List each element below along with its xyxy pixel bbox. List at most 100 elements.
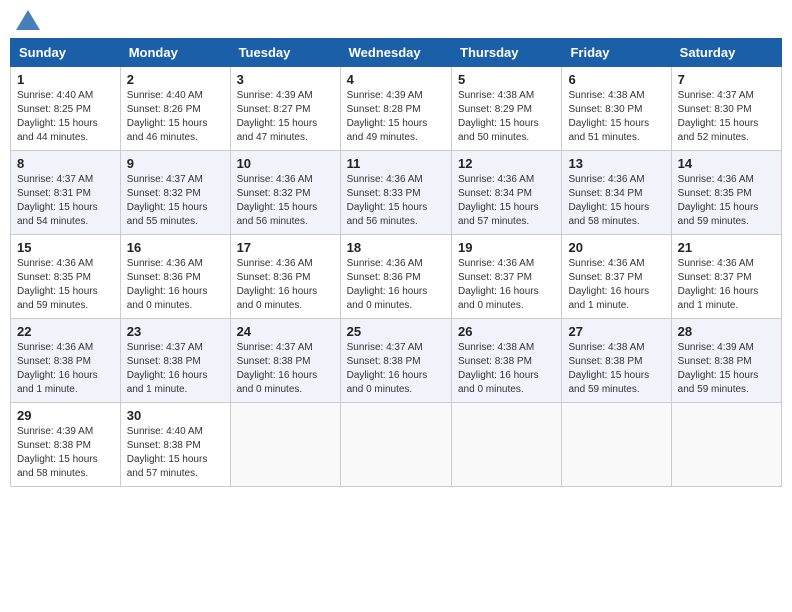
day-number: 25 — [347, 324, 445, 339]
calendar-day-cell — [340, 403, 451, 487]
day-number: 1 — [17, 72, 114, 87]
day-info: Sunrise: 4:36 AM Sunset: 8:34 PM Dayligh… — [568, 173, 664, 229]
day-info: Sunrise: 4:39 AM Sunset: 8:38 PM Dayligh… — [17, 425, 114, 481]
calendar-day-cell: 15 Sunrise: 4:36 AM Sunset: 8:35 PM Dayli… — [11, 235, 121, 319]
calendar-day-cell: 29 Sunrise: 4:39 AM Sunset: 8:38 PM Dayli… — [11, 403, 121, 487]
day-number: 28 — [678, 324, 775, 339]
logo-icon — [16, 10, 40, 30]
day-info: Sunrise: 4:36 AM Sunset: 8:32 PM Dayligh… — [237, 173, 334, 229]
day-info: Sunrise: 4:38 AM Sunset: 8:30 PM Dayligh… — [568, 89, 664, 145]
day-number: 14 — [678, 156, 775, 171]
calendar-day-cell: 2 Sunrise: 4:40 AM Sunset: 8:26 PM Daylig… — [120, 67, 230, 151]
calendar-day-cell: 18 Sunrise: 4:36 AM Sunset: 8:36 PM Dayli… — [340, 235, 451, 319]
page-header — [10, 10, 782, 30]
day-info: Sunrise: 4:39 AM Sunset: 8:27 PM Dayligh… — [237, 89, 334, 145]
calendar-day-cell: 12 Sunrise: 4:36 AM Sunset: 8:34 PM Dayli… — [452, 151, 562, 235]
calendar-header-tuesday: Tuesday — [230, 39, 340, 67]
day-info: Sunrise: 4:40 AM Sunset: 8:26 PM Dayligh… — [127, 89, 224, 145]
calendar-table: SundayMondayTuesdayWednesdayThursdayFrid… — [10, 38, 782, 487]
day-number: 27 — [568, 324, 664, 339]
day-number: 20 — [568, 240, 664, 255]
day-info: Sunrise: 4:40 AM Sunset: 8:38 PM Dayligh… — [127, 425, 224, 481]
calendar-day-cell: 8 Sunrise: 4:37 AM Sunset: 8:31 PM Daylig… — [11, 151, 121, 235]
calendar-day-cell: 10 Sunrise: 4:36 AM Sunset: 8:32 PM Dayli… — [230, 151, 340, 235]
day-number: 21 — [678, 240, 775, 255]
calendar-header-saturday: Saturday — [671, 39, 781, 67]
day-info: Sunrise: 4:37 AM Sunset: 8:32 PM Dayligh… — [127, 173, 224, 229]
day-info: Sunrise: 4:39 AM Sunset: 8:38 PM Dayligh… — [678, 341, 775, 397]
calendar-day-cell: 23 Sunrise: 4:37 AM Sunset: 8:38 PM Dayli… — [120, 319, 230, 403]
calendar-header-monday: Monday — [120, 39, 230, 67]
calendar-header-row: SundayMondayTuesdayWednesdayThursdayFrid… — [11, 39, 782, 67]
calendar-header-thursday: Thursday — [452, 39, 562, 67]
calendar-day-cell: 20Sunrise: 4:36 AM Sunset: 8:37 PM Dayli… — [562, 235, 671, 319]
day-info: Sunrise: 4:38 AM Sunset: 8:38 PM Dayligh… — [568, 341, 664, 397]
day-info: Sunrise: 4:36 AM Sunset: 8:34 PM Dayligh… — [458, 173, 555, 229]
day-info: Sunrise: 4:36 AM Sunset: 8:37 PM Dayligh… — [458, 257, 555, 313]
day-number: 16 — [127, 240, 224, 255]
calendar-day-cell: 30 Sunrise: 4:40 AM Sunset: 8:38 PM Dayli… — [120, 403, 230, 487]
day-info: Sunrise: 4:36 AM Sunset: 8:36 PM Dayligh… — [237, 257, 334, 313]
day-number: 24 — [237, 324, 334, 339]
day-number: 23 — [127, 324, 224, 339]
calendar-day-cell: 3Sunrise: 4:39 AM Sunset: 8:27 PM Daylig… — [230, 67, 340, 151]
day-number: 2 — [127, 72, 224, 87]
calendar-day-cell: 4Sunrise: 4:39 AM Sunset: 8:28 PM Daylig… — [340, 67, 451, 151]
calendar-day-cell: 22Sunrise: 4:36 AM Sunset: 8:38 PM Dayli… — [11, 319, 121, 403]
calendar-day-cell — [452, 403, 562, 487]
calendar-day-cell: 9 Sunrise: 4:37 AM Sunset: 8:32 PM Daylig… — [120, 151, 230, 235]
day-number: 12 — [458, 156, 555, 171]
calendar-day-cell: 14 Sunrise: 4:36 AM Sunset: 8:35 PM Dayli… — [671, 151, 781, 235]
day-info: Sunrise: 4:37 AM Sunset: 8:38 PM Dayligh… — [347, 341, 445, 397]
calendar-week-row: 8 Sunrise: 4:37 AM Sunset: 8:31 PM Daylig… — [11, 151, 782, 235]
calendar-day-cell — [562, 403, 671, 487]
calendar-day-cell: 7 Sunrise: 4:37 AM Sunset: 8:30 PM Daylig… — [671, 67, 781, 151]
calendar-day-cell: 16 Sunrise: 4:36 AM Sunset: 8:36 PM Dayli… — [120, 235, 230, 319]
calendar-day-cell: 28 Sunrise: 4:39 AM Sunset: 8:38 PM Dayli… — [671, 319, 781, 403]
calendar-week-row: 29 Sunrise: 4:39 AM Sunset: 8:38 PM Dayli… — [11, 403, 782, 487]
calendar-day-cell: 25 Sunrise: 4:37 AM Sunset: 8:38 PM Dayli… — [340, 319, 451, 403]
day-number: 4 — [347, 72, 445, 87]
calendar-body: 1 Sunrise: 4:40 AM Sunset: 8:25 PM Daylig… — [11, 67, 782, 487]
calendar-week-row: 22Sunrise: 4:36 AM Sunset: 8:38 PM Dayli… — [11, 319, 782, 403]
day-number: 7 — [678, 72, 775, 87]
day-number: 13 — [568, 156, 664, 171]
day-number: 30 — [127, 408, 224, 423]
day-info: Sunrise: 4:37 AM Sunset: 8:38 PM Dayligh… — [127, 341, 224, 397]
day-info: Sunrise: 4:37 AM Sunset: 8:31 PM Dayligh… — [17, 173, 114, 229]
calendar-day-cell: 19 Sunrise: 4:36 AM Sunset: 8:37 PM Dayli… — [452, 235, 562, 319]
calendar-day-cell: 24Sunrise: 4:37 AM Sunset: 8:38 PM Dayli… — [230, 319, 340, 403]
day-number: 5 — [458, 72, 555, 87]
day-info: Sunrise: 4:37 AM Sunset: 8:30 PM Dayligh… — [678, 89, 775, 145]
day-info: Sunrise: 4:40 AM Sunset: 8:25 PM Dayligh… — [17, 89, 114, 145]
day-number: 15 — [17, 240, 114, 255]
calendar-header-wednesday: Wednesday — [340, 39, 451, 67]
calendar-day-cell: 26Sunrise: 4:38 AM Sunset: 8:38 PM Dayli… — [452, 319, 562, 403]
calendar-day-cell — [230, 403, 340, 487]
day-number: 17 — [237, 240, 334, 255]
day-number: 8 — [17, 156, 114, 171]
calendar-day-cell: 27 Sunrise: 4:38 AM Sunset: 8:38 PM Dayli… — [562, 319, 671, 403]
day-number: 18 — [347, 240, 445, 255]
day-number: 11 — [347, 156, 445, 171]
day-number: 6 — [568, 72, 664, 87]
day-info: Sunrise: 4:36 AM Sunset: 8:36 PM Dayligh… — [347, 257, 445, 313]
calendar-day-cell: 13 Sunrise: 4:36 AM Sunset: 8:34 PM Dayli… — [562, 151, 671, 235]
day-number: 9 — [127, 156, 224, 171]
day-number: 22 — [17, 324, 114, 339]
calendar-day-cell: 1 Sunrise: 4:40 AM Sunset: 8:25 PM Daylig… — [11, 67, 121, 151]
day-number: 19 — [458, 240, 555, 255]
day-info: Sunrise: 4:36 AM Sunset: 8:35 PM Dayligh… — [678, 173, 775, 229]
day-info: Sunrise: 4:36 AM Sunset: 8:37 PM Dayligh… — [678, 257, 775, 313]
day-info: Sunrise: 4:38 AM Sunset: 8:38 PM Dayligh… — [458, 341, 555, 397]
logo — [14, 10, 40, 30]
day-info: Sunrise: 4:36 AM Sunset: 8:36 PM Dayligh… — [127, 257, 224, 313]
calendar-day-cell: 17 Sunrise: 4:36 AM Sunset: 8:36 PM Dayli… — [230, 235, 340, 319]
calendar-day-cell: 6 Sunrise: 4:38 AM Sunset: 8:30 PM Daylig… — [562, 67, 671, 151]
calendar-week-row: 15 Sunrise: 4:36 AM Sunset: 8:35 PM Dayli… — [11, 235, 782, 319]
calendar-week-row: 1 Sunrise: 4:40 AM Sunset: 8:25 PM Daylig… — [11, 67, 782, 151]
day-number: 29 — [17, 408, 114, 423]
day-info: Sunrise: 4:36 AM Sunset: 8:35 PM Dayligh… — [17, 257, 114, 313]
day-info: Sunrise: 4:38 AM Sunset: 8:29 PM Dayligh… — [458, 89, 555, 145]
day-number: 10 — [237, 156, 334, 171]
